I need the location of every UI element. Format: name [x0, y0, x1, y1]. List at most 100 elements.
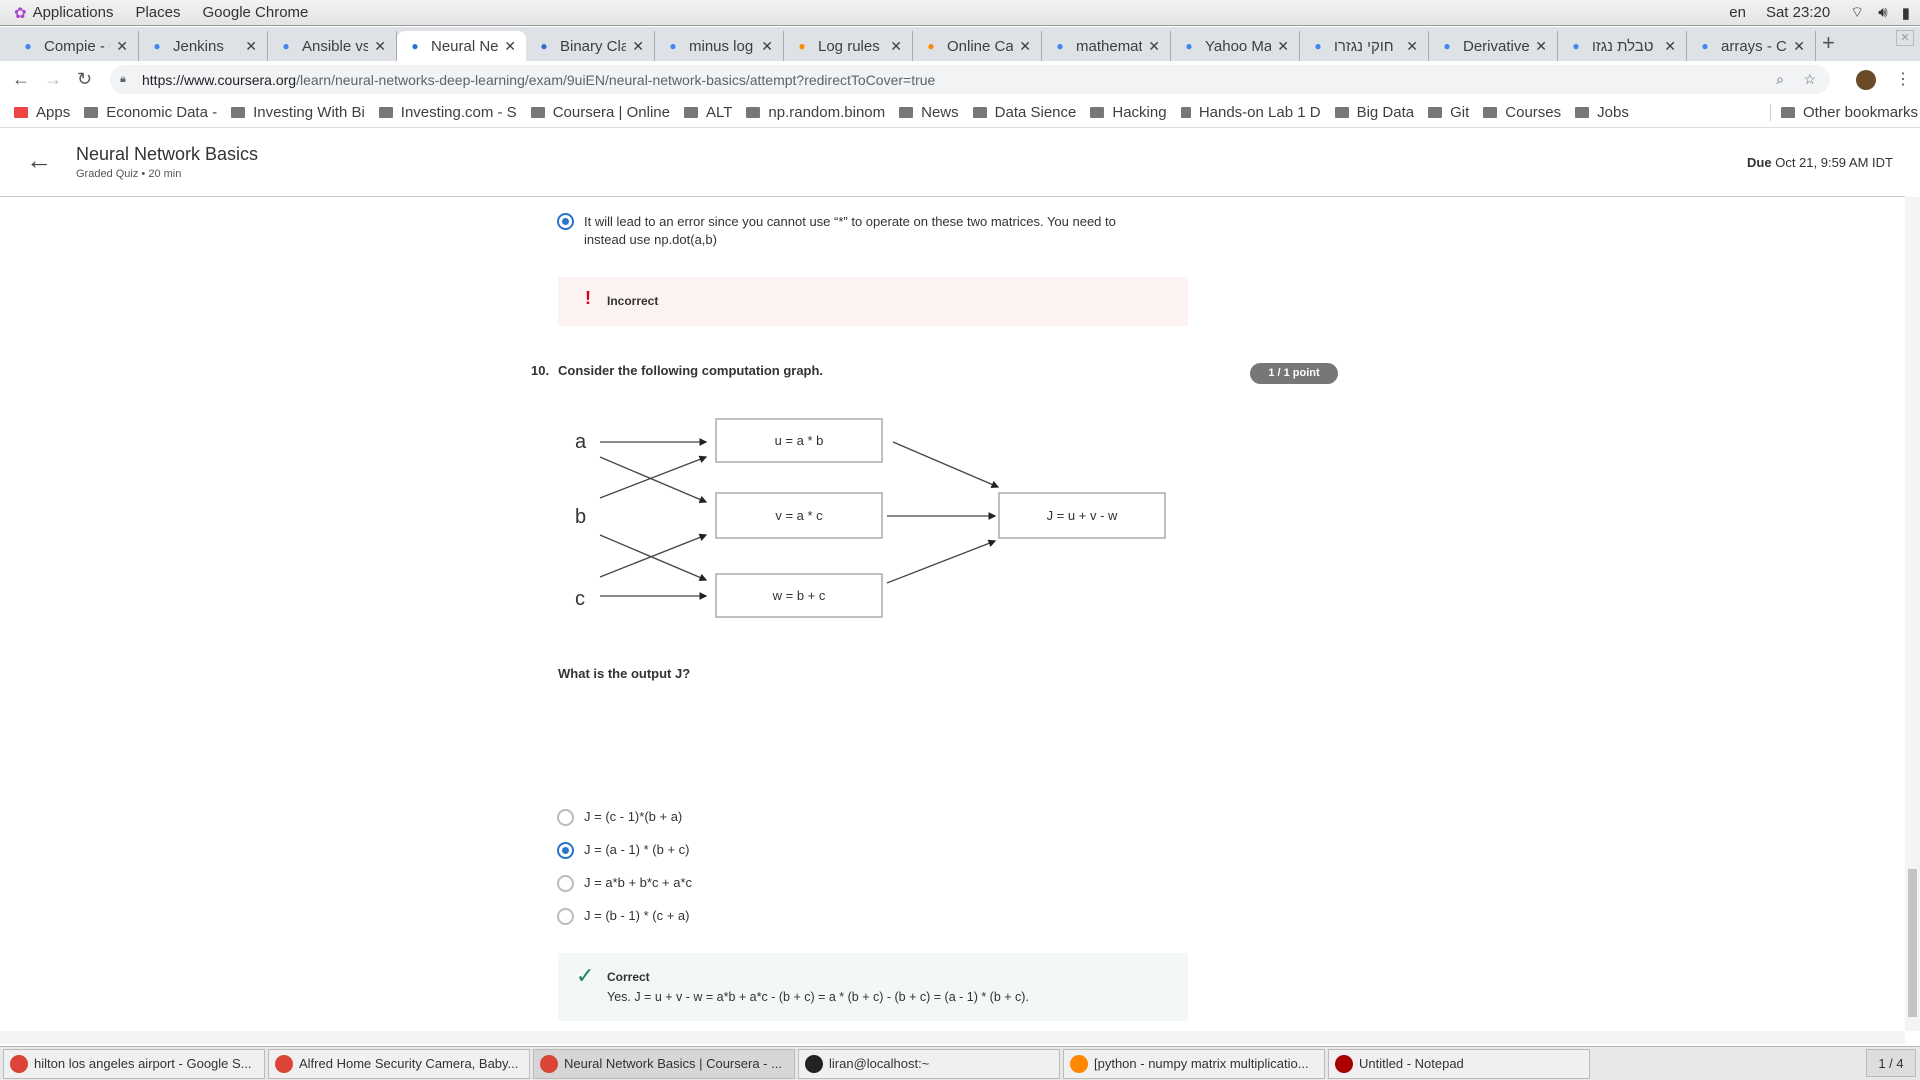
bookmark-6[interactable]: np.random.binom [746, 104, 885, 121]
new-tab-button[interactable]: + [1822, 30, 1835, 56]
close-tab-icon[interactable]: ✕ [890, 38, 902, 55]
tab-3[interactable]: ● Neural Ne ✕ [397, 31, 526, 61]
forward-icon[interactable]: → [44, 69, 62, 90]
star-icon[interactable]: ☆ [1803, 71, 1816, 88]
taskbar-item-3[interactable]: liran@localhost:~ [798, 1048, 1060, 1079]
tab-13[interactable]: ● arrays - C ✕ [1687, 31, 1816, 61]
taskbar-item-1[interactable]: Alfred Home Security Camera, Baby... [268, 1048, 530, 1079]
bookmark-2[interactable]: Investing With Bi [231, 104, 365, 121]
close-tab-icon[interactable]: ✕ [1019, 38, 1031, 55]
vertical-scrollbar[interactable] [1905, 197, 1920, 1031]
bookmark-label: Big Data [1356, 104, 1415, 121]
bookmark-3[interactable]: Investing.com - S [378, 104, 517, 121]
input-c: c [575, 588, 585, 610]
address-bar[interactable]: 🔒︎ https://www.coursera.org/learn/neural… [110, 65, 1830, 94]
tab-strip: ● Compie - G ✕ ● Jenkins ✕ ● Ansible vs ✕ ● Neural… [0, 27, 1920, 61]
tab-9[interactable]: ● Yahoo Ma ✕ [1171, 31, 1300, 61]
correct-feedback: ✓ Correct Yes. J = u + v - w = a*b + a*c… [558, 953, 1188, 1021]
taskbar-item-5[interactable]: Untitled - Notepad [1328, 1048, 1590, 1079]
tab-12[interactable]: ● טבלת נגזו ✕ [1558, 31, 1687, 61]
bookmark-folder-icon [972, 107, 987, 118]
back-icon[interactable]: ← [12, 69, 30, 90]
option-label-2[interactable]: J = a*b + b*c + a*c [584, 875, 692, 890]
taskbar-item-4[interactable]: [python - numpy matrix multiplicatio... [1063, 1048, 1325, 1079]
scrollbar-thumb[interactable] [1908, 869, 1917, 1017]
app-icon [275, 1054, 293, 1073]
r-icon: ● [927, 39, 935, 53]
bookmark-4[interactable]: Coursera | Online [530, 104, 670, 121]
bookmark-8[interactable]: Data Sience [972, 104, 1076, 121]
close-tab-icon[interactable]: ✕ [245, 38, 257, 55]
menu-applications[interactable]: Applications [33, 4, 114, 21]
option-radio-3[interactable] [557, 908, 574, 925]
url-path: /learn/neural-networks-deep-learning/exa… [296, 71, 936, 88]
tab-11[interactable]: ● Derivative ✕ [1429, 31, 1558, 61]
bookmark-folder-icon [1090, 107, 1105, 118]
bookmark-12[interactable]: Git [1428, 104, 1469, 121]
bookmark-0[interactable]: Apps [14, 104, 70, 121]
bookmark-9[interactable]: Hacking [1090, 104, 1167, 121]
exclamation-icon: ! [585, 288, 591, 308]
back-arrow-icon[interactable]: ← [26, 145, 52, 176]
close-tab-icon[interactable]: ✕ [1535, 38, 1547, 55]
close-tab-icon[interactable]: ✕ [1664, 38, 1676, 55]
volume-icon[interactable]: 🔊︎ [1878, 4, 1887, 21]
close-tab-icon[interactable]: ✕ [1277, 38, 1289, 55]
bookmark-folder-icon [84, 107, 99, 118]
other-bookmarks[interactable]: Other bookmarks [1770, 104, 1918, 121]
menu-icon[interactable]: ⋮ [1895, 69, 1911, 89]
option-label-1[interactable]: J = (a - 1) * (b + c) [584, 842, 689, 857]
bookmark-13[interactable]: Courses [1483, 104, 1561, 121]
close-tab-icon[interactable]: ✕ [116, 38, 128, 55]
page-subtitle: Graded Quiz • 20 min [76, 168, 182, 180]
option-radio-2[interactable] [557, 875, 574, 892]
horizontal-scrollbar[interactable] [0, 1031, 1905, 1044]
url-domain: https://www.coursera.org [142, 71, 297, 88]
bookmark-11[interactable]: Big Data [1334, 104, 1415, 121]
close-tab-icon[interactable]: ✕ [1793, 38, 1805, 55]
taskbar-item-0[interactable]: hilton los angeles airport - Google S... [3, 1048, 265, 1079]
tab-7[interactable]: ● Online Ca ✕ [913, 31, 1042, 61]
close-tab-icon[interactable]: ✕ [504, 38, 516, 55]
tab-5[interactable]: ● minus log ✕ [655, 31, 784, 61]
site-icon: ● [1572, 39, 1580, 53]
tab-0[interactable]: ● Compie - G ✕ [10, 31, 139, 61]
keyboard-language[interactable]: en [1729, 4, 1746, 21]
zoom-icon[interactable]: ⌕ [1776, 71, 1784, 88]
option-label-0[interactable]: J = (c - 1)*(b + a) [584, 809, 682, 824]
bookmark-1[interactable]: Economic Data - [84, 104, 217, 121]
battery-icon[interactable]: ▮ [1902, 4, 1910, 22]
tab-1[interactable]: ● Jenkins ✕ [139, 31, 268, 61]
option-radio-0[interactable] [557, 809, 574, 826]
option-radio-1[interactable] [557, 842, 574, 859]
bookmark-10[interactable]: Hands-on Lab 1 D [1180, 104, 1321, 121]
clock[interactable]: Sat 23:20 [1766, 4, 1830, 21]
bookmark-label: Coursera | Online [552, 104, 670, 121]
close-tab-icon[interactable]: ✕ [1406, 38, 1418, 55]
tab-4[interactable]: ● Binary Cla ✕ [526, 31, 655, 61]
menu-places[interactable]: Places [135, 4, 180, 21]
close-tab-icon[interactable]: ✕ [1148, 38, 1160, 55]
bookmark-5[interactable]: ALT [683, 104, 732, 121]
edge-u-j [892, 441, 1000, 489]
tab-6[interactable]: ● Log rules ✕ [784, 31, 913, 61]
tab-2[interactable]: ● Ansible vs ✕ [268, 31, 397, 61]
window-close-icon[interactable]: ✕ [1896, 30, 1914, 46]
reload-icon[interactable]: ↻ [77, 69, 92, 90]
option-label-3[interactable]: J = (b - 1) * (c + a) [584, 908, 689, 923]
close-tab-icon[interactable]: ✕ [632, 38, 644, 55]
menu-google-chrome[interactable]: Google Chrome [203, 4, 309, 21]
wifi-icon[interactable]: ⌔ [1850, 3, 1864, 22]
bookmark-14[interactable]: Jobs [1575, 104, 1629, 121]
profile-avatar[interactable] [1856, 70, 1876, 90]
bookmark-label: Hacking [1112, 104, 1167, 121]
close-tab-icon[interactable]: ✕ [761, 38, 773, 55]
taskbar-item-2[interactable]: Neural Network Basics | Coursera - ... [533, 1048, 795, 1079]
bookmark-7[interactable]: News [899, 104, 959, 121]
correct-explanation: Yes. J = u + v - w = a*b + a*c - (b + c)… [607, 990, 1029, 1004]
prev-answer-radio[interactable] [557, 213, 574, 230]
tab-8[interactable]: ● mathemat ✕ [1042, 31, 1171, 61]
close-tab-icon[interactable]: ✕ [374, 38, 386, 55]
tab-10[interactable]: ● חוקי נגזרו ✕ [1300, 31, 1429, 61]
workspace-indicator[interactable]: 1 / 4 [1866, 1049, 1916, 1077]
